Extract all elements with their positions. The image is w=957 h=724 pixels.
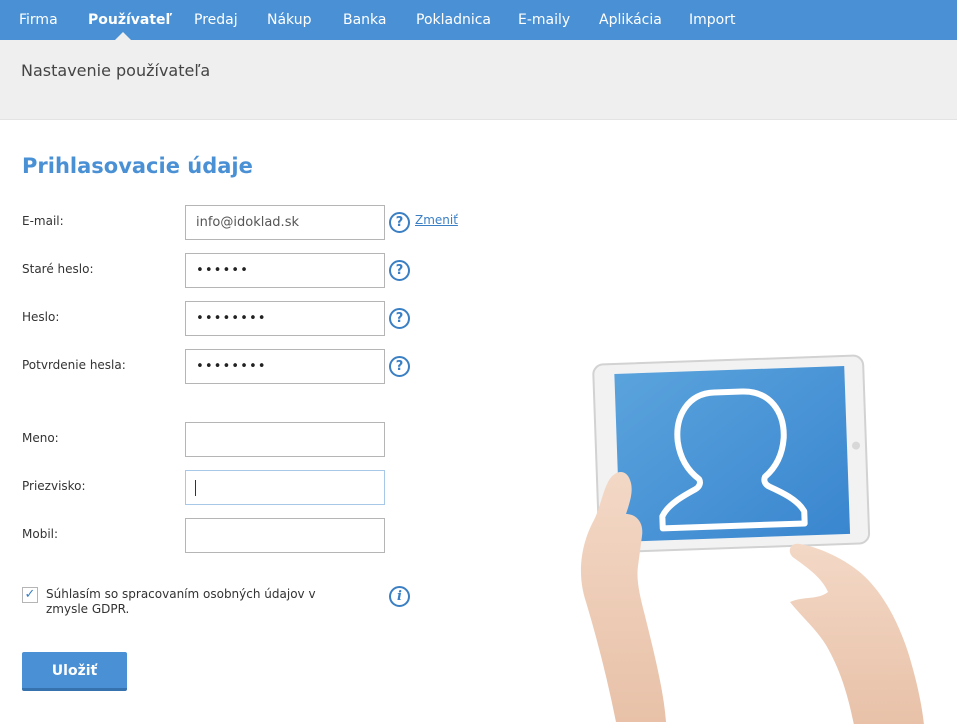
name-field[interactable] <box>185 422 385 457</box>
gdpr-consent-text: Súhlasím so spracovaním osobných údajov … <box>46 587 316 616</box>
mobile-label: Mobil: <box>22 527 59 541</box>
email-help-icon[interactable]: ? <box>389 212 410 233</box>
confirm-password-help-icon[interactable]: ? <box>389 356 410 377</box>
password-help-icon[interactable]: ? <box>389 308 410 329</box>
change-email-link[interactable]: Zmeniť <box>415 213 458 227</box>
confirm-password-label: Potvrdenie hesla: <box>22 358 126 372</box>
old-password-help-icon[interactable]: ? <box>389 260 410 281</box>
email-label: E-mail: <box>22 214 64 228</box>
settings-card: Prihlasovacie údaje E-mail: info@idoklad… <box>0 119 957 724</box>
nav-item-predaj[interactable]: Predaj <box>194 0 238 40</box>
name-label: Meno: <box>22 431 59 445</box>
right-hand <box>789 543 924 724</box>
password-field[interactable]: •••••••• <box>185 301 385 336</box>
checkmark-icon: ✓ <box>24 587 36 602</box>
section-title: Prihlasovacie údaje <box>22 154 253 178</box>
confirm-password-field[interactable]: •••••••• <box>185 349 385 384</box>
mobile-field[interactable] <box>185 518 385 553</box>
text-cursor <box>195 480 196 496</box>
old-password-label: Staré heslo: <box>22 262 94 276</box>
tablet-user-illustration <box>580 354 924 724</box>
email-field[interactable]: info@idoklad.sk <box>185 205 385 240</box>
nav-item-pokladnica[interactable]: Pokladnica <box>416 0 491 40</box>
old-password-field[interactable]: •••••• <box>185 253 385 288</box>
nav-item-import[interactable]: Import <box>689 0 735 40</box>
nav-item-nakup[interactable]: Nákup <box>267 0 312 40</box>
save-button[interactable]: Uložiť <box>22 652 127 691</box>
nav-item-emaily[interactable]: E-maily <box>518 0 570 40</box>
page-title: Nastavenie používateľa <box>21 61 211 80</box>
nav-item-firma[interactable]: Firma <box>19 0 58 40</box>
gdpr-info-icon[interactable]: i <box>389 586 410 607</box>
active-tab-caret <box>115 32 131 40</box>
nav-item-aplikacia[interactable]: Aplikácia <box>599 0 662 40</box>
gdpr-checkbox[interactable]: ✓ <box>22 587 38 603</box>
password-label: Heslo: <box>22 310 60 324</box>
nav-item-banka[interactable]: Banka <box>343 0 387 40</box>
surname-field[interactable] <box>185 470 385 505</box>
surname-label: Priezvisko: <box>22 479 86 493</box>
top-navigation: Firma Používateľ Predaj Nákup Banka Pokl… <box>0 0 957 40</box>
